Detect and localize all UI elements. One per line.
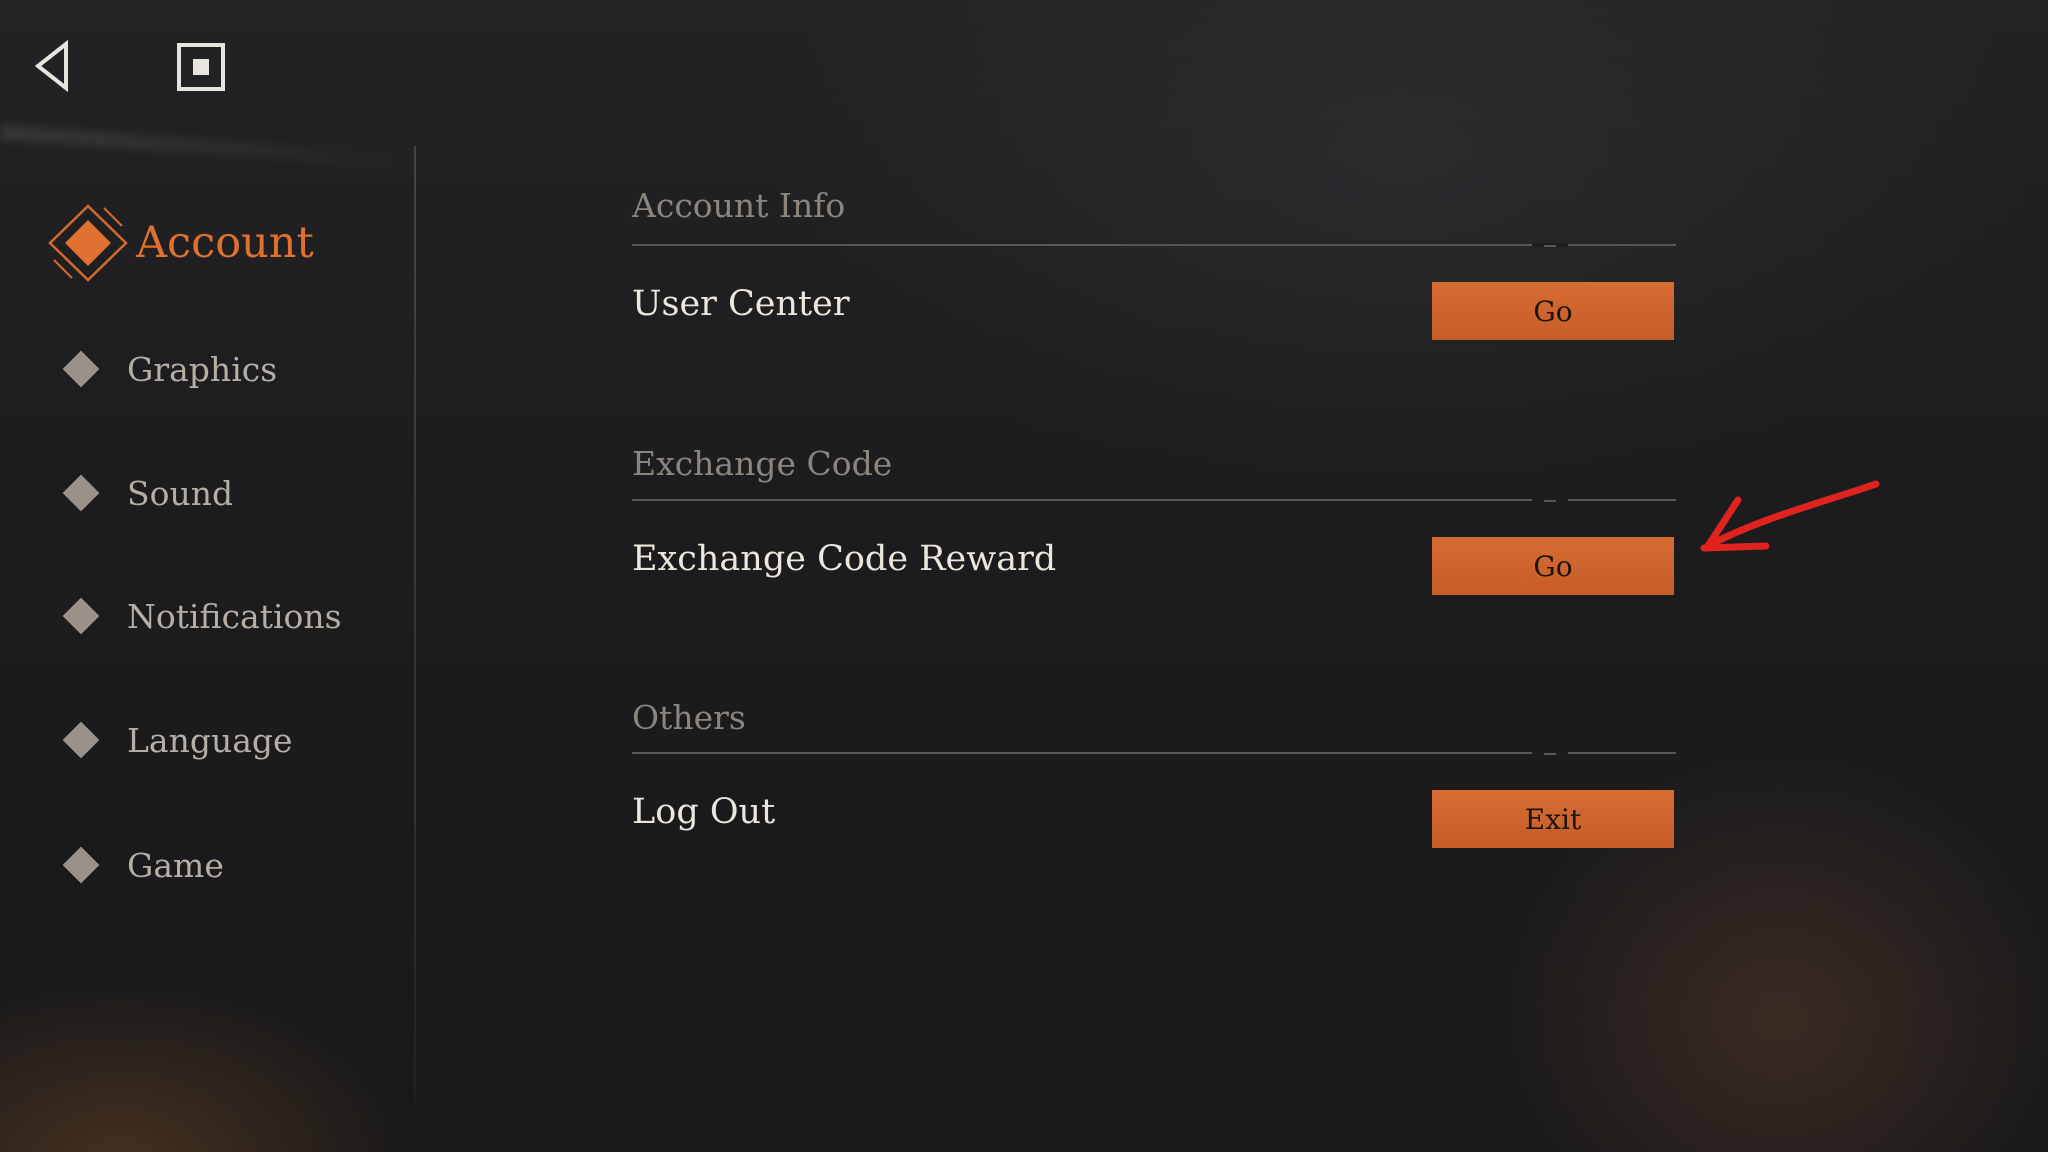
sidebar-item-language[interactable]: Language (62, 712, 293, 768)
sidebar-item-notifications[interactable]: Notifications (62, 588, 342, 644)
sidebar-item-account[interactable]: Account (46, 202, 314, 284)
account-diamond-icon (48, 204, 128, 282)
section-divider (632, 243, 1676, 247)
sidebar-item-label: Account (136, 218, 314, 268)
section-divider (632, 751, 1676, 755)
home-button[interactable] (176, 42, 226, 92)
back-button[interactable] (30, 38, 80, 94)
exchange-code-go-button[interactable]: Go (1432, 537, 1674, 595)
diamond-icon (62, 846, 100, 884)
diamond-icon (62, 597, 100, 635)
sidebar-item-label: Sound (127, 473, 234, 513)
back-triangle-icon (34, 39, 68, 93)
square-stop-icon (177, 43, 225, 91)
exchange-code-reward-label: Exchange Code Reward (632, 539, 1057, 579)
user-center-go-button[interactable]: Go (1432, 282, 1674, 340)
sidebar-item-graphics[interactable]: Graphics (62, 341, 278, 397)
diamond-icon (62, 721, 100, 759)
user-center-label: User Center (632, 284, 850, 324)
log-out-label: Log Out (632, 792, 776, 832)
sidebar-item-label: Game (127, 845, 224, 885)
sidebar-item-sound[interactable]: Sound (62, 465, 234, 521)
sidebar-item-game[interactable]: Game (62, 837, 224, 893)
sidebar-item-label: Language (127, 720, 293, 760)
section-title-others: Others (632, 698, 746, 737)
log-out-exit-button[interactable]: Exit (1432, 790, 1674, 848)
diamond-icon (62, 350, 100, 388)
section-title-account-info: Account Info (632, 186, 846, 225)
sidebar-item-label: Graphics (127, 349, 278, 389)
sidebar-item-label: Notifications (127, 596, 342, 636)
diamond-icon (62, 474, 100, 512)
section-divider (632, 498, 1676, 502)
section-title-exchange-code: Exchange Code (632, 444, 893, 483)
sidebar-divider (414, 146, 416, 1104)
